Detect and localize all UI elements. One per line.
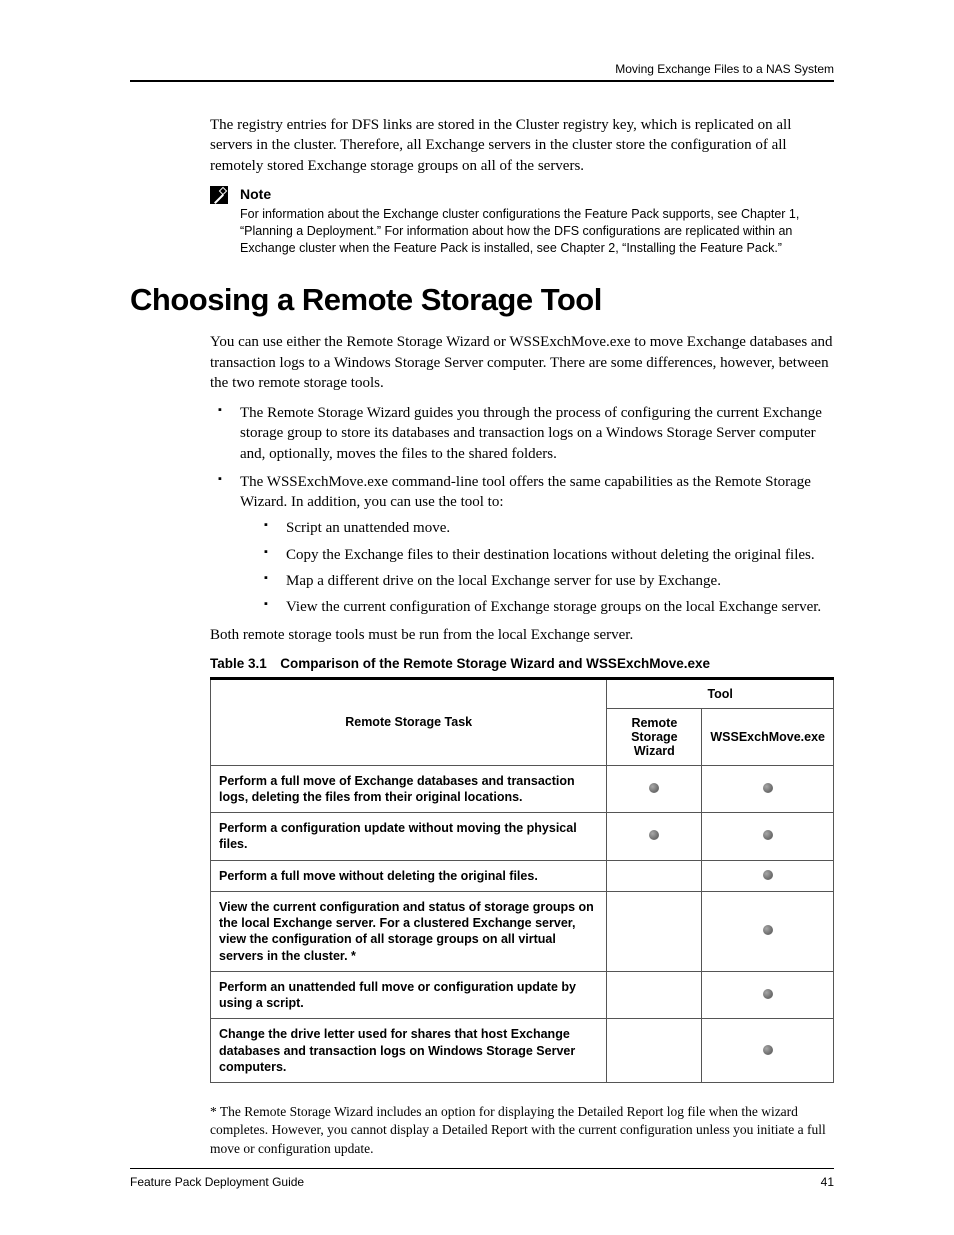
section-intro: You can use either the Remote Storage Wi… [210, 332, 834, 393]
page-footer: Feature Pack Deployment Guide 41 [130, 1168, 834, 1189]
task-cell: Perform a full move of Exchange database… [211, 765, 607, 813]
wizard-cell [607, 891, 702, 971]
list-item: View the current configuration of Exchan… [276, 597, 834, 617]
dot-icon [763, 830, 773, 840]
note-label: Note [240, 186, 271, 202]
dot-icon [763, 783, 773, 793]
list-item: Copy the Exchange files to their destina… [276, 545, 834, 565]
note-body: For information about the Exchange clust… [240, 206, 800, 257]
note-block: Note For information about the Exchange … [210, 186, 834, 257]
wizard-cell [607, 971, 702, 1019]
dot-icon [649, 830, 659, 840]
dot-icon [763, 870, 773, 880]
footer-left: Feature Pack Deployment Guide [130, 1175, 304, 1189]
comparison-table: Remote Storage Task Tool Remote Storage … [210, 677, 834, 1084]
wssexchmove-cell [702, 891, 834, 971]
page-content: The registry entries for DFS links are s… [210, 115, 834, 1158]
list-item-text: The WSSExchMove.exe command-line tool of… [240, 474, 811, 510]
table-body: Perform a full move of Exchange database… [211, 765, 834, 1083]
after-bullets-paragraph: Both remote storage tools must be run fr… [210, 625, 834, 645]
bullet-list: The Remote Storage Wizard guides you thr… [210, 403, 834, 617]
list-item: Script an unattended move. [276, 518, 834, 538]
wizard-cell [607, 813, 702, 861]
dot-icon [763, 1045, 773, 1055]
col-header-task: Remote Storage Task [211, 678, 607, 765]
list-item: Map a different drive on the local Excha… [276, 571, 834, 591]
wssexchmove-cell [702, 813, 834, 861]
table-row: View the current configuration and statu… [211, 891, 834, 971]
wssexchmove-cell [702, 765, 834, 813]
wizard-cell [607, 765, 702, 813]
table-footnote: * The Remote Storage Wizard includes an … [210, 1103, 834, 1158]
dot-icon [763, 989, 773, 999]
task-cell: View the current configuration and statu… [211, 891, 607, 971]
wssexchmove-cell [702, 860, 834, 891]
col-header-tool: Tool [607, 678, 834, 708]
wssexchmove-cell [702, 971, 834, 1019]
task-cell: Perform an unattended full move or confi… [211, 971, 607, 1019]
wizard-cell [607, 860, 702, 891]
table-row: Perform a full move of Exchange database… [211, 765, 834, 813]
wssexchmove-cell [702, 1019, 834, 1083]
running-header: Moving Exchange Files to a NAS System [130, 62, 834, 76]
table-row: Perform an unattended full move or confi… [211, 971, 834, 1019]
header-rule [130, 80, 834, 82]
wizard-cell [607, 1019, 702, 1083]
sub-bullet-list: Script an unattended move. Copy the Exch… [240, 518, 834, 617]
task-cell: Change the drive letter used for shares … [211, 1019, 607, 1083]
intro-paragraph: The registry entries for DFS links are s… [210, 115, 834, 176]
list-item: The Remote Storage Wizard guides you thr… [230, 403, 834, 464]
dot-icon [649, 783, 659, 793]
table-row: Perform a configuration update without m… [211, 813, 834, 861]
table-row: Perform a full move without deleting the… [211, 860, 834, 891]
pencil-note-icon [210, 186, 228, 204]
dot-icon [763, 925, 773, 935]
list-item: The WSSExchMove.exe command-line tool of… [230, 472, 834, 618]
col-header-wizard: Remote Storage Wizard [607, 708, 702, 765]
task-cell: Perform a full move without deleting the… [211, 860, 607, 891]
section-heading: Choosing a Remote Storage Tool [130, 282, 834, 318]
col-header-wssexchmove: WSSExchMove.exe [702, 708, 834, 765]
table-row: Change the drive letter used for shares … [211, 1019, 834, 1083]
table-caption: Table 3.1 Comparison of the Remote Stora… [210, 656, 834, 671]
footer-page-number: 41 [821, 1175, 834, 1189]
task-cell: Perform a configuration update without m… [211, 813, 607, 861]
